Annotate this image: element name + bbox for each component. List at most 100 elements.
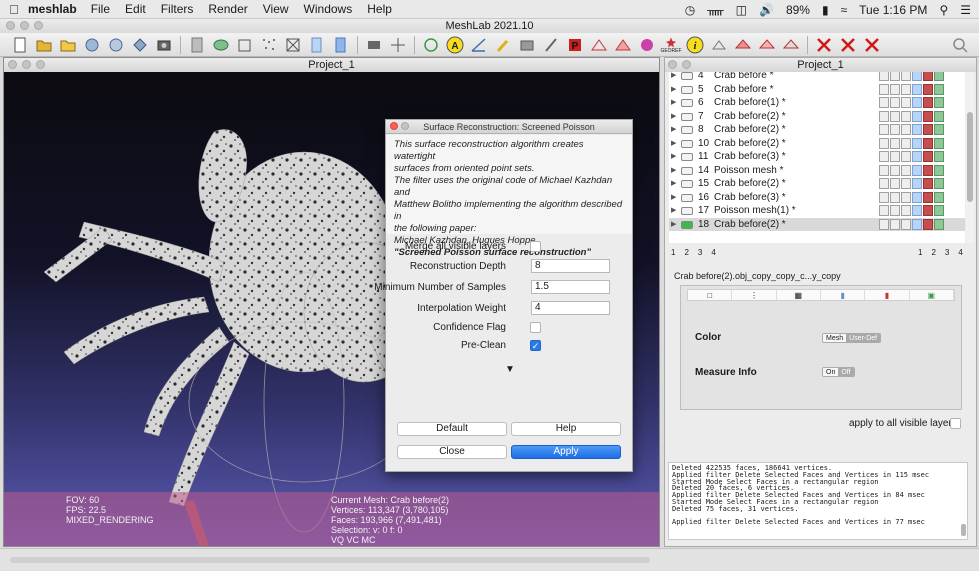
new-project-icon[interactable] <box>9 35 31 55</box>
delete-faces-vertices-icon[interactable] <box>861 35 883 55</box>
layer-row[interactable]: ▶ 5 Crab before * <box>669 83 965 97</box>
expand-arrow-icon[interactable]: ▶ <box>671 204 676 218</box>
default-button[interactable]: Default <box>397 422 507 436</box>
snapshot-icon[interactable] <box>153 35 175 55</box>
menu-windows[interactable]: Windows <box>304 2 353 16</box>
expand-arrow-icon[interactable]: ▶ <box>671 123 676 137</box>
layer-row[interactable]: ▶ 15 Crab before(2) * <box>669 177 965 191</box>
reload-icon[interactable] <box>81 35 103 55</box>
points-render-icon[interactable] <box>890 218 900 230</box>
wire-render-icon[interactable] <box>901 124 911 135</box>
import-mesh-icon[interactable] <box>57 35 79 55</box>
layer-row[interactable]: ▶ 16 Crab before(3) * <box>669 191 965 205</box>
color-render-icon[interactable] <box>934 191 944 203</box>
visibility-toggle-icon[interactable] <box>681 193 693 202</box>
page-4-link[interactable]: 4 <box>958 248 962 257</box>
texture-render-icon[interactable] <box>923 124 933 135</box>
color-paint-icon[interactable] <box>636 35 658 55</box>
layers-dialog-icon[interactable] <box>186 35 208 55</box>
visibility-toggle-icon[interactable] <box>681 139 693 148</box>
menu-filters[interactable]: Filters <box>161 2 194 16</box>
bbox-render-icon[interactable] <box>879 83 889 95</box>
flat-render-icon[interactable] <box>912 178 922 189</box>
point-picker-icon[interactable]: P <box>564 35 586 55</box>
pre-clean-checkbox[interactable]: ✓ <box>530 340 541 351</box>
screen-mirroring-icon[interactable]: ◫ <box>736 3 747 17</box>
texture-render-icon[interactable] <box>923 110 933 122</box>
texture-render-icon[interactable] <box>923 178 933 189</box>
select-region-alt-icon[interactable] <box>756 35 778 55</box>
wire-render-icon[interactable] <box>901 151 911 162</box>
page-4-link[interactable]: 4 <box>711 248 715 257</box>
spotlight-search-icon[interactable]: ⚲ <box>939 3 948 17</box>
tab-flat-icon[interactable]: ▮ <box>821 290 866 300</box>
dialog-minimize-button[interactable] <box>401 122 409 130</box>
menu-render[interactable]: Render <box>208 2 247 16</box>
bbox-render-icon[interactable] <box>879 97 889 108</box>
delete-vertices-icon[interactable] <box>813 35 835 55</box>
color-render-icon[interactable] <box>934 205 944 216</box>
clock[interactable]: Tue 1:16 PM <box>859 3 927 17</box>
help-button[interactable]: Help <box>511 422 621 436</box>
render-texture-icon[interactable] <box>330 35 352 55</box>
tab-color-icon[interactable]: ▣ <box>910 290 954 300</box>
render-bbox-icon[interactable] <box>210 35 232 55</box>
dialog-close-button[interactable] <box>390 122 398 130</box>
wire-render-icon[interactable] <box>901 137 911 149</box>
georef-icon[interactable]: GEOREF <box>660 35 682 55</box>
points-render-icon[interactable] <box>890 205 900 216</box>
expand-arrow-icon[interactable]: ▼ <box>505 364 515 375</box>
flat-render-icon[interactable] <box>912 191 922 203</box>
page-3-link[interactable]: 3 <box>945 248 949 257</box>
close-button[interactable]: Close <box>397 445 507 459</box>
layer-row[interactable]: ▶ 14 Poisson mesh * <box>669 164 965 178</box>
points-render-icon[interactable] <box>890 178 900 189</box>
render-flat-icon[interactable] <box>282 35 304 55</box>
expand-arrow-icon[interactable]: ▶ <box>671 110 676 124</box>
wire-render-icon[interactable] <box>901 72 911 81</box>
wire-render-icon[interactable] <box>901 97 911 108</box>
bbox-render-icon[interactable] <box>879 178 889 189</box>
volume-icon[interactable]: 🔊 <box>759 3 774 17</box>
menu-view[interactable]: View <box>263 2 289 16</box>
select-connected-icon[interactable] <box>708 35 730 55</box>
flat-render-icon[interactable] <box>912 164 922 176</box>
expand-arrow-icon[interactable]: ▶ <box>671 164 676 178</box>
color-render-icon[interactable] <box>934 72 944 81</box>
texture-render-icon[interactable] <box>923 97 933 108</box>
export-mesh-icon[interactable] <box>129 35 151 55</box>
close-window-button[interactable] <box>6 21 15 30</box>
minimize-window-button[interactable] <box>20 21 29 30</box>
flat-render-icon[interactable] <box>912 97 922 108</box>
flat-render-icon[interactable] <box>912 72 922 81</box>
color-render-icon[interactable] <box>934 110 944 122</box>
min-samples-input[interactable]: 1.5 <box>531 280 610 294</box>
search-icon[interactable] <box>949 35 971 55</box>
expand-arrow-icon[interactable]: ▶ <box>671 177 676 191</box>
show-layer-dialog-icon[interactable] <box>363 35 385 55</box>
tab-bbox-icon[interactable]: □ <box>688 290 733 300</box>
texture-render-icon[interactable] <box>923 137 933 149</box>
layer-list-scrollbar[interactable] <box>966 72 974 243</box>
page-1-link[interactable]: 1 <box>671 248 675 257</box>
invert-selection-icon[interactable] <box>780 35 802 55</box>
points-render-icon[interactable] <box>890 97 900 108</box>
points-render-icon[interactable] <box>890 191 900 203</box>
bbox-render-icon[interactable] <box>879 191 889 203</box>
layer-row[interactable]: ▶ 11 Crab before(3) * <box>669 150 965 164</box>
color-mesh-option[interactable]: Mesh <box>823 334 847 342</box>
bbox-render-icon[interactable] <box>879 164 889 176</box>
color-toggle[interactable]: Mesh User-Def <box>822 333 882 343</box>
confidence-flag-checkbox[interactable] <box>530 322 541 333</box>
pencil-icon[interactable] <box>540 35 562 55</box>
page-3-link[interactable]: 3 <box>698 248 702 257</box>
expand-arrow-icon[interactable]: ▶ <box>671 83 676 97</box>
color-userdef-option[interactable]: User-Def <box>846 334 881 342</box>
measure-on-option[interactable]: On <box>823 368 839 376</box>
visibility-toggle-icon[interactable] <box>681 99 693 107</box>
reconstruction-depth-input[interactable]: 8 <box>531 259 610 273</box>
wire-render-icon[interactable] <box>901 191 911 203</box>
measure-off-option[interactable]: Off <box>838 368 854 376</box>
wire-render-icon[interactable] <box>901 110 911 122</box>
layer-panel-float-button[interactable] <box>682 60 691 69</box>
